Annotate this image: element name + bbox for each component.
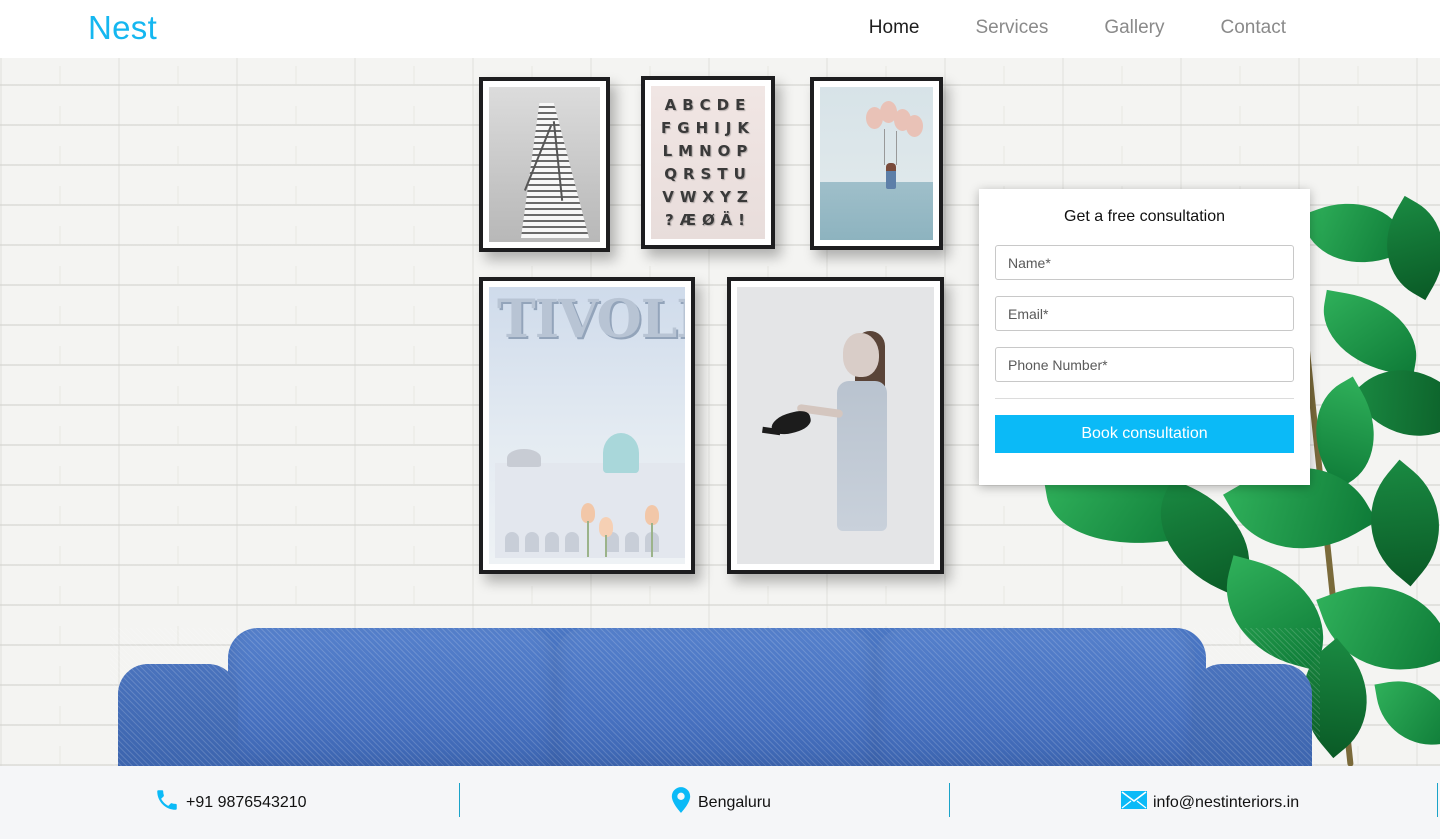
footer-divider (459, 783, 460, 817)
wall-art-tivoli: TIVOLI (479, 277, 695, 574)
wall-art-alphabet: ABCDE FGHIJK LMNOP QRSTU VWXYZ ?ÆØÄ! (641, 76, 775, 249)
nav-contact[interactable]: Contact (1221, 17, 1286, 39)
wall-art-pier (479, 77, 610, 252)
wall-art-girl-with-bird (727, 277, 944, 574)
nav-gallery[interactable]: Gallery (1104, 17, 1164, 39)
name-field[interactable] (995, 245, 1294, 280)
nav-services[interactable]: Services (975, 17, 1048, 39)
book-consultation-button[interactable]: Book consultation (995, 415, 1294, 453)
alphabet-row: ?ÆØÄ! (665, 211, 751, 229)
alphabet-row: FGHIJK (661, 119, 755, 137)
alphabet-row: VWXYZ (662, 188, 754, 206)
footer-location: Bengaluru (670, 766, 771, 839)
email-address: info@nestinteriors.in (1153, 793, 1300, 811)
contact-footer: +91 9876543210 Bengaluru info@nestinteri… (0, 766, 1440, 839)
phone-icon (154, 787, 180, 818)
phone-number: +91 9876543210 (186, 793, 307, 811)
main-nav: Home Services Gallery Contact (869, 17, 1286, 39)
form-divider (995, 398, 1294, 399)
consultation-form: Get a free consultation Book consultatio… (979, 189, 1310, 485)
footer-divider (949, 783, 950, 817)
site-header: Nest Home Services Gallery Contact (0, 0, 1440, 58)
nav-home[interactable]: Home (869, 17, 920, 39)
form-title: Get a free consultation (1064, 208, 1225, 225)
phone-field[interactable] (995, 347, 1294, 382)
bird (769, 408, 813, 438)
email-field[interactable] (995, 296, 1294, 331)
footer-divider (1437, 783, 1438, 817)
footer-phone[interactable]: +91 9876543210 (154, 766, 307, 839)
alphabet-row: ABCDE (664, 96, 752, 114)
location-pin-icon (670, 787, 692, 818)
wall-art-balloon-girl (810, 77, 943, 250)
brand-logo[interactable]: Nest (88, 9, 157, 47)
footer-email[interactable]: info@nestinteriors.in (1121, 766, 1299, 839)
alphabet-row: QRSTU (664, 165, 752, 183)
alphabet-row: LMNOP (662, 142, 754, 160)
location-text: Bengaluru (698, 793, 771, 811)
mail-icon (1121, 790, 1147, 815)
tivoli-title: TIVOLI (497, 289, 685, 350)
